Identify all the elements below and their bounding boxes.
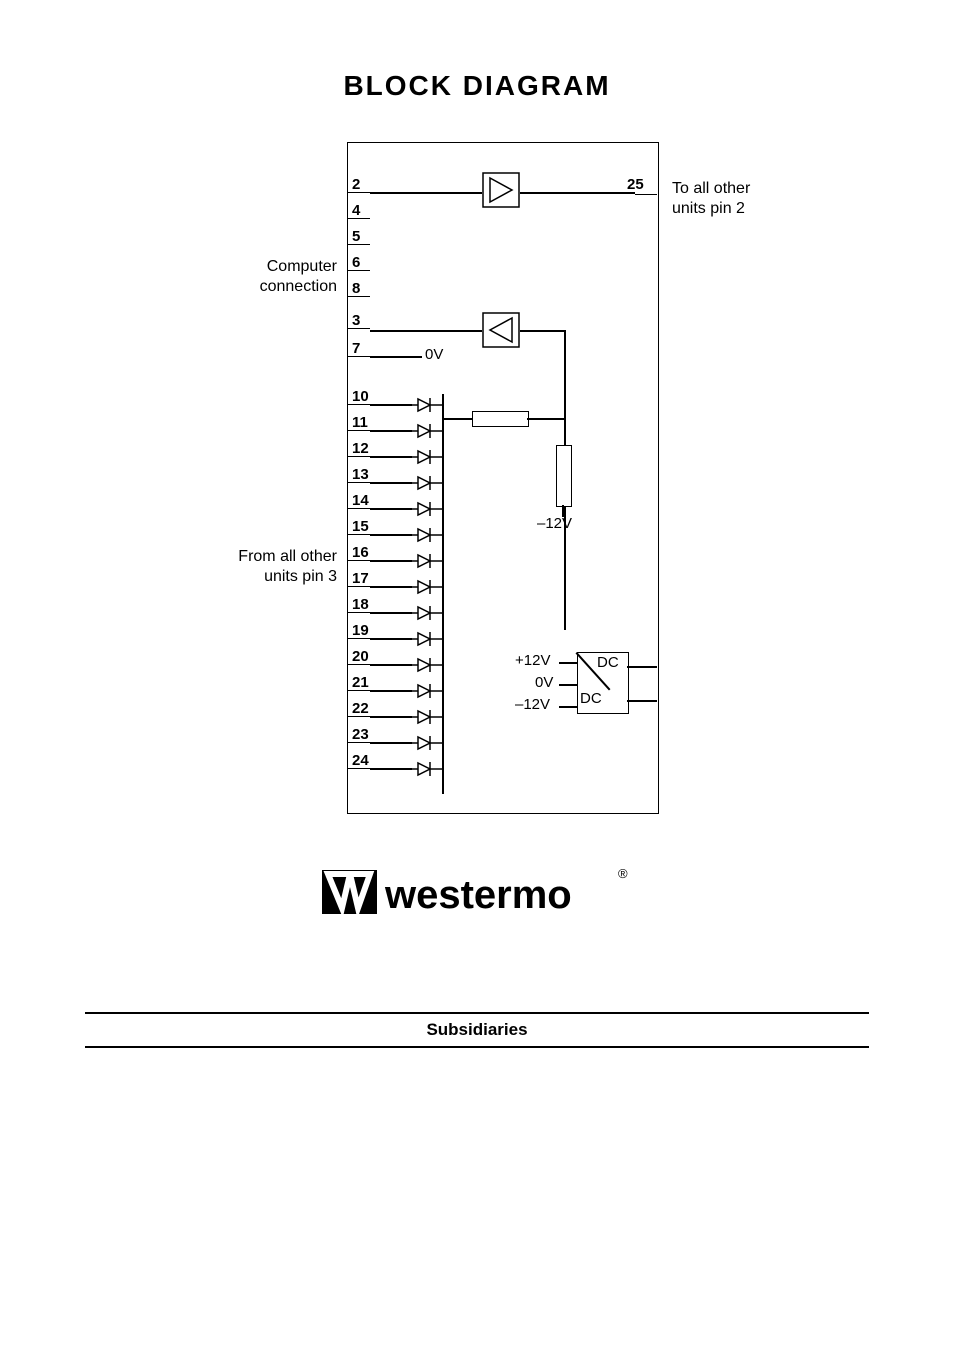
pin-4-tick	[348, 218, 370, 219]
pin-13-tick	[348, 482, 370, 483]
to-all-other-label: To all otherunits pin 2	[672, 179, 802, 219]
ps-zero-label: 0V	[535, 674, 553, 693]
pin-6: 6	[352, 254, 360, 271]
diode-icon	[412, 396, 442, 414]
pin-22-tick	[348, 716, 370, 717]
pin-7: 7	[352, 340, 360, 357]
pin-15-tick	[348, 534, 370, 535]
pin-24: 24	[352, 752, 369, 769]
diode-icon	[412, 422, 442, 440]
pin-17-tick	[348, 586, 370, 587]
svg-text:westermo: westermo	[384, 873, 572, 917]
pin-20-tick	[348, 664, 370, 665]
pin-25: 25	[627, 176, 644, 193]
buffer-bottom-icon	[482, 312, 520, 352]
subsidiaries-heading: Subsidiaries	[85, 1012, 869, 1048]
pin-10: 10	[352, 388, 369, 405]
diode-icon	[412, 552, 442, 570]
pin-8-tick	[348, 296, 370, 297]
ps-minus-label: –12V	[515, 696, 550, 715]
pin-5-tick	[348, 244, 370, 245]
pin-14-tick	[348, 508, 370, 509]
pin-5: 5	[352, 228, 360, 245]
pin-23-tick	[348, 742, 370, 743]
pin-4: 4	[352, 202, 360, 219]
diode-icon	[412, 578, 442, 596]
from-all-other-label: From all otherunits pin 3	[207, 547, 337, 587]
pin-13: 13	[352, 466, 369, 483]
pin-15: 15	[352, 518, 369, 535]
pin-18-tick	[348, 612, 370, 613]
diode-icon	[412, 734, 442, 752]
dc-bottom-label: DC	[580, 690, 602, 709]
pin-18: 18	[352, 596, 369, 613]
page-title: BLOCK DIAGRAM	[0, 70, 954, 102]
svg-text:®: ®	[618, 866, 628, 881]
minus-12v-label: –12V	[537, 515, 572, 534]
pin-12: 12	[352, 440, 369, 457]
diode-icon	[412, 760, 442, 778]
pin-24-tick	[348, 768, 370, 769]
pin-17: 17	[352, 570, 369, 587]
pin-14: 14	[352, 492, 369, 509]
diode-icon	[412, 604, 442, 622]
diode-icon	[412, 474, 442, 492]
pin-11-tick	[348, 430, 370, 431]
diode-icon	[412, 656, 442, 674]
pin-6-tick	[348, 270, 370, 271]
pin-12-tick	[348, 456, 370, 457]
diode-icon	[412, 448, 442, 466]
pin-21-tick	[348, 690, 370, 691]
pin-23: 23	[352, 726, 369, 743]
diode-icon	[412, 526, 442, 544]
pin-16: 16	[352, 544, 369, 561]
diode-icon	[412, 630, 442, 648]
diode-icon	[412, 682, 442, 700]
pin-22: 22	[352, 700, 369, 717]
pin-19-tick	[348, 638, 370, 639]
pin-16-tick	[348, 560, 370, 561]
zero-v-label: 0V	[425, 346, 443, 365]
block-diagram: Computerconnection From all otherunits p…	[127, 132, 827, 832]
series-resistor	[472, 411, 529, 427]
pin-10-tick	[348, 404, 370, 405]
diode-bus	[442, 394, 444, 794]
pin-8: 8	[352, 280, 360, 297]
pin-21: 21	[352, 674, 369, 691]
pin-2-tick	[348, 192, 370, 193]
pin-19: 19	[352, 622, 369, 639]
buffer-top-icon	[482, 172, 520, 212]
pin-3: 3	[352, 312, 360, 329]
shunt-resistor	[556, 445, 572, 507]
pin-20: 20	[352, 648, 369, 665]
pin-11: 11	[352, 414, 368, 431]
westermo-logo: westermo ®	[0, 862, 954, 922]
ps-plus-label: +12V	[515, 652, 550, 671]
dc-top-label: DC	[597, 654, 619, 673]
pin-7-tick	[348, 356, 370, 357]
computer-connection-label: Computerconnection	[227, 257, 337, 297]
diode-icon	[412, 708, 442, 726]
pin-2: 2	[352, 176, 360, 193]
pin-25-tick	[635, 194, 657, 195]
pin-3-tick	[348, 328, 370, 329]
diode-icon	[412, 500, 442, 518]
